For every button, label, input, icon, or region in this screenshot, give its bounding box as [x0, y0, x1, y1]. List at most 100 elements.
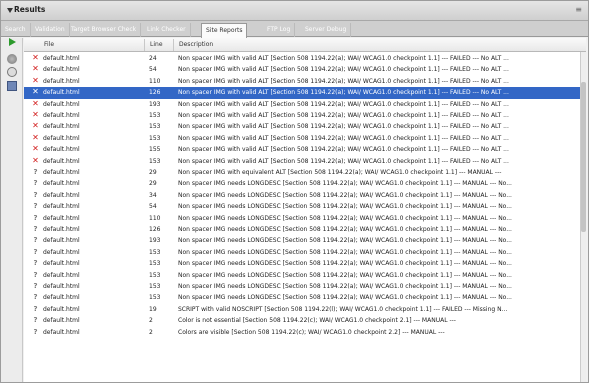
row-line-cell: 110: [149, 77, 161, 85]
table-row[interactable]: ? default.html 153 Non spacer IMG needs LON…: [24, 247, 580, 258]
table-row[interactable]: ✕ default.html 153 Non spacer IMG with vali…: [24, 133, 580, 144]
table-row[interactable]: ? default.html 19 SCRIPT with valid NOSCRIP…: [24, 304, 580, 315]
tab-site-reports[interactable]: Site Reports: [201, 23, 248, 38]
row-description-cell: Color is not essential [Section 508 1194…: [178, 317, 456, 325]
row-description-cell: Non spacer IMG with valid ALT [Section 5…: [178, 157, 509, 165]
row-file-cell: default.html: [43, 77, 80, 85]
table-row[interactable]: ✕ default.html 24 Non spacer IMG with valid…: [24, 53, 580, 64]
row-file-cell: default.html: [43, 294, 80, 302]
table-row[interactable]: ? default.html 29 Non spacer IMG with equiv…: [24, 167, 580, 178]
row-description-cell: Non spacer IMG with valid ALT [Section 5…: [178, 123, 509, 131]
row-line-cell: 19: [149, 305, 157, 313]
row-description-cell: Non spacer IMG needs LONGDESC [Section 5…: [178, 191, 512, 199]
collapse-triangle-icon[interactable]: [7, 8, 13, 13]
row-description-cell: Non spacer IMG with equivalent ALT [Sect…: [178, 169, 502, 176]
manual-check-icon: ?: [33, 202, 38, 211]
tab-ftp-log[interactable]: FTP Log: [263, 23, 296, 37]
table-row[interactable]: ? default.html 193 Non spacer IMG needs LON…: [24, 235, 580, 246]
manual-check-icon: ?: [33, 225, 38, 233]
row-description-cell: Non spacer IMG needs LONGDESC [Section 5…: [178, 260, 512, 268]
failed-x-icon: ✕: [32, 75, 39, 85]
table-row[interactable]: ? default.html 153 Non spacer IMG needs LON…: [24, 270, 580, 281]
table-row[interactable]: ? default.html 110 Non spacer IMG needs LON…: [24, 213, 580, 224]
table-row[interactable]: ✕ default.html 153 Non spacer IMG with vali…: [24, 156, 580, 167]
table-row[interactable]: ? default.html 126 Non spacer IMG needs LON…: [24, 224, 580, 235]
manual-check-icon: ?: [33, 259, 38, 268]
table-row[interactable]: ? default.html 29 Non spacer IMG needs LONG…: [24, 178, 580, 189]
panel-options-icon[interactable]: ≡: [575, 5, 582, 14]
row-line-cell: 29: [149, 169, 157, 176]
row-description-cell: Colors are visible [Section 508 1194.22(…: [178, 328, 445, 336]
row-line-cell: 110: [149, 214, 161, 222]
row-file-cell: default.html: [43, 66, 80, 74]
scrollbar-thumb[interactable]: [581, 82, 586, 232]
manual-check-icon: ?: [33, 293, 38, 302]
stop-icon[interactable]: [7, 54, 17, 64]
row-description-cell: Non spacer IMG with valid ALT [Section 5…: [178, 112, 509, 119]
results-panel: Results ≡ Search Validation Target Browser…: [0, 0, 589, 383]
vertical-scrollbar[interactable]: [580, 52, 586, 382]
row-description-cell: SCRIPT with valid NOSCRIPT [Section 508 …: [178, 305, 508, 313]
save-report-icon[interactable]: [7, 81, 17, 91]
row-file-cell: default.html: [43, 260, 80, 268]
row-description-cell: Non spacer IMG with valid ALT [Section 5…: [178, 66, 509, 74]
row-description-cell: Non spacer IMG with valid ALT [Section 5…: [178, 89, 509, 97]
column-header-description[interactable]: Description: [179, 41, 213, 48]
table-row[interactable]: ✕ default.html 153 Non spacer IMG with vali…: [24, 121, 580, 132]
row-description-cell: Non spacer IMG with valid ALT [Section 5…: [178, 55, 509, 62]
table-row[interactable]: ✕ default.html 126 Non spacer IMG with vali…: [24, 87, 580, 99]
row-description-cell: Non spacer IMG needs LONGDESC [Section 5…: [178, 180, 512, 188]
table-row[interactable]: ? default.html 2 Color is not essential [Se…: [24, 315, 580, 326]
tab-bar: Search Validation Target Browser Check Link…: [1, 21, 588, 38]
panel-title: Results: [14, 5, 46, 14]
row-file-cell: default.html: [43, 283, 80, 290]
tab-target-browser-check[interactable]: Target Browser Check: [67, 23, 142, 37]
column-divider[interactable]: [144, 39, 145, 51]
column-header-line[interactable]: Line: [150, 41, 163, 48]
play-icon[interactable]: [9, 38, 16, 46]
manual-check-icon: ?: [33, 304, 38, 313]
failed-x-icon: ✕: [32, 155, 39, 165]
row-file-cell: default.html: [43, 317, 80, 325]
failed-x-icon: ✕: [32, 64, 39, 74]
table-row[interactable]: ✕ default.html 54 Non spacer IMG with valid…: [24, 64, 580, 75]
row-line-cell: 126: [149, 89, 161, 97]
tab-server-debug[interactable]: Server Debug: [301, 23, 352, 37]
manual-check-icon: ?: [33, 190, 38, 199]
row-line-cell: 54: [149, 203, 157, 211]
table-row[interactable]: ? default.html 153 Non spacer IMG needs LON…: [24, 292, 580, 303]
table-row[interactable]: ? default.html 54 Non spacer IMG needs LONG…: [24, 201, 580, 212]
tab-search[interactable]: Search: [1, 23, 31, 37]
row-description-cell: Non spacer IMG with valid ALT [Section 5…: [178, 100, 509, 108]
table-row[interactable]: ✕ default.html 155 Non spacer IMG with vali…: [24, 144, 580, 155]
row-description-cell: Non spacer IMG needs LONGDESC [Section 5…: [178, 226, 512, 233]
table-row[interactable]: ? default.html 153 Non spacer IMG needs LON…: [24, 258, 580, 269]
results-panel-titlebar[interactable]: Results ≡: [1, 1, 588, 21]
table-row[interactable]: ✕ default.html 153 Non spacer IMG with vali…: [24, 110, 580, 121]
row-file-cell: default.html: [43, 180, 80, 188]
row-file-cell: default.html: [43, 55, 80, 62]
row-description-cell: Non spacer IMG needs LONGDESC [Section 5…: [178, 214, 512, 222]
row-line-cell: 153: [149, 283, 161, 290]
table-row[interactable]: ? default.html 2 Colors are visible [Sectio…: [24, 327, 580, 338]
row-file-cell: default.html: [43, 146, 80, 154]
manual-check-icon: ?: [33, 316, 38, 325]
row-file-cell: default.html: [43, 226, 80, 233]
table-row[interactable]: ✕ default.html 193 Non spacer IMG with vali…: [24, 99, 580, 110]
row-line-cell: 153: [149, 248, 161, 256]
column-header-file[interactable]: File: [44, 41, 54, 48]
row-description-cell: Non spacer IMG needs LONGDESC [Section 5…: [178, 271, 512, 279]
row-line-cell: 153: [149, 123, 161, 131]
row-line-cell: 153: [149, 157, 161, 165]
info-icon[interactable]: [7, 67, 17, 77]
tab-link-checker[interactable]: Link Checker: [143, 23, 191, 37]
table-row[interactable]: ? default.html 34 Non spacer IMG needs LONG…: [24, 190, 580, 201]
table-row[interactable]: ✕ default.html 110 Non spacer IMG with vali…: [24, 76, 580, 87]
table-row[interactable]: ? default.html 153 Non spacer IMG needs LON…: [24, 281, 580, 292]
row-file-cell: default.html: [43, 237, 80, 245]
tab-validation[interactable]: Validation: [31, 23, 70, 37]
failed-x-icon: ✕: [32, 53, 39, 62]
row-file-cell: default.html: [43, 214, 80, 222]
row-line-cell: 2: [149, 317, 153, 325]
column-divider[interactable]: [173, 39, 174, 51]
